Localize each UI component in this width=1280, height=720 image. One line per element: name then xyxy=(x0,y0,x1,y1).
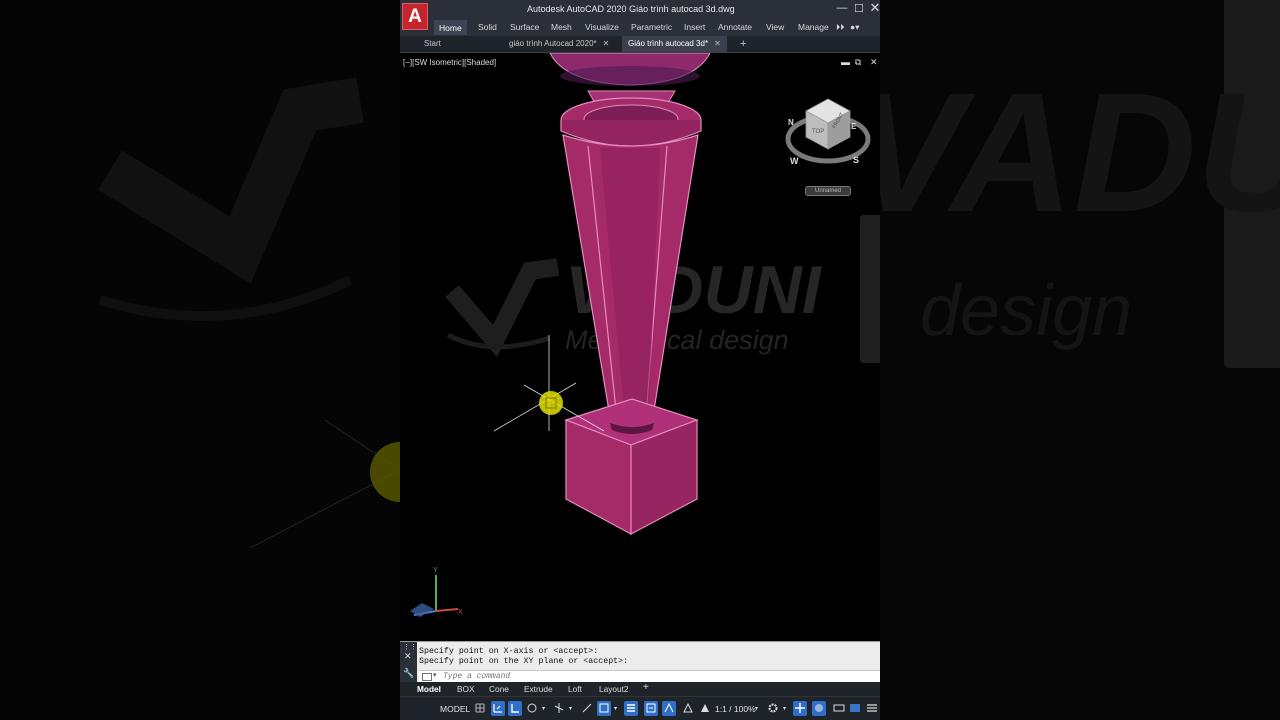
close-tab-icon[interactable]: ✕ xyxy=(714,39,721,48)
grip-icon[interactable]: ⋮⋮ xyxy=(403,643,417,651)
layout-tab-layout2[interactable]: Layout2 xyxy=(599,684,629,694)
model-canvas: TOP FRONT N E S W Y X xyxy=(410,53,871,617)
command-line-handle[interactable]: ⋮⋮ ✕ 🔧 xyxy=(400,642,417,683)
new-tab-button[interactable]: + xyxy=(740,36,746,52)
ribbon-tab-insert[interactable]: Insert xyxy=(684,22,705,32)
chevron-down-icon[interactable]: ▾ xyxy=(755,703,758,716)
annotation-scale-icon[interactable] xyxy=(698,701,712,716)
ribbon-tab-manage[interactable]: Manage xyxy=(798,22,829,32)
background-left xyxy=(0,0,400,720)
ribbon-tab-mesh[interactable]: Mesh xyxy=(551,22,572,32)
ucs-y-label: Y xyxy=(433,567,438,574)
object-snap-tracking-icon[interactable] xyxy=(580,701,594,716)
file-tab-start[interactable]: Start xyxy=(422,36,443,52)
compass-w: W xyxy=(790,156,799,166)
command-history-line: Specify point on the XY plane or <accept… xyxy=(419,657,629,666)
layout-tab-cone[interactable]: Cone xyxy=(489,684,509,694)
annotation-scale-value[interactable]: 1:1 / 100% xyxy=(715,703,756,716)
close-command-icon[interactable]: ✕ xyxy=(404,651,412,662)
application-menu-button[interactable]: A xyxy=(402,3,428,30)
snap-mode-icon[interactable] xyxy=(491,701,505,716)
minimize-button[interactable]: — xyxy=(834,2,850,14)
selection-cycling-icon[interactable] xyxy=(662,701,676,716)
ribbon-overflow-icon[interactable]: ⏵⏵ xyxy=(836,22,845,33)
ribbon-tab-visualize[interactable]: Visualize xyxy=(585,22,619,32)
chevron-down-icon[interactable]: ▾ xyxy=(569,703,572,716)
ribbon-options-icon[interactable]: ●▾ xyxy=(850,22,859,33)
layout-tab-extrude[interactable]: Extrude xyxy=(524,684,553,694)
layout-tabs: Model BOX Cone Extrude Loft Layout2 + xyxy=(400,682,880,696)
command-line: ⋮⋮ ✕ 🔧 Specify point on X-axis or <accep… xyxy=(400,641,880,683)
layout-tab-box[interactable]: BOX xyxy=(457,684,475,694)
command-history-line: Specify point on X-axis or <accept>: xyxy=(419,647,599,656)
chevron-down-icon[interactable]: ▾ xyxy=(542,703,545,716)
close-tab-icon[interactable]: ✕ xyxy=(603,39,610,48)
recent-commands-icon[interactable] xyxy=(422,673,432,681)
polar-tracking-icon[interactable] xyxy=(525,701,539,716)
command-input-row: ▾ xyxy=(419,670,880,682)
chevron-down-icon[interactable]: ▾ xyxy=(433,671,437,679)
compass-e: E xyxy=(851,122,857,131)
viewcube-face-top: TOP xyxy=(812,129,824,135)
file-tab-label: giáo trình Autocad 2020* xyxy=(509,39,597,48)
add-layout-button[interactable]: + xyxy=(643,682,649,693)
ribbon-tabs: Home Solid Surface Mesh Visualize Parame… xyxy=(400,19,880,36)
ribbon-tab-home[interactable]: Home xyxy=(434,20,467,35)
layout-tab-model[interactable]: Model xyxy=(417,684,441,694)
autocad-window: Autodesk AutoCAD 2020 Giáo trình autocad… xyxy=(400,0,880,720)
file-tab-giao-trinh-2020[interactable]: giáo trình Autocad 2020* ✕ xyxy=(505,36,613,52)
isodraft-icon[interactable] xyxy=(552,701,566,716)
ucs-x-label: X xyxy=(458,609,463,616)
viewport-close-icon[interactable]: ✕ xyxy=(870,57,878,68)
ortho-mode-icon[interactable] xyxy=(508,701,522,716)
ribbon-tab-solid[interactable]: Solid xyxy=(478,22,497,32)
hardware-acceleration-icon[interactable] xyxy=(832,701,846,716)
transparency-icon[interactable] xyxy=(644,701,658,716)
drawing-viewport[interactable]: VADUNI Mechanical design TOP FRONT N E S… xyxy=(400,53,880,641)
background-tagline-text: design xyxy=(920,271,1133,351)
file-tabs: Start giáo trình Autocad 2020* ✕ Giáo trì… xyxy=(400,36,880,53)
title-bar: Autodesk AutoCAD 2020 Giáo trình autocad… xyxy=(400,0,880,19)
file-tab-giao-trinh-3d[interactable]: Giáo trình autocad 3d* ✕ xyxy=(622,36,727,52)
isolate-objects-icon[interactable] xyxy=(812,701,826,716)
grid-icon[interactable] xyxy=(473,701,487,716)
chevron-down-icon[interactable]: ▾ xyxy=(783,703,786,716)
baluster-solid xyxy=(549,53,711,536)
window-title: Autodesk AutoCAD 2020 Giáo trình autocad… xyxy=(527,4,735,14)
viewport-minimize-icon[interactable]: ▬ xyxy=(841,57,850,67)
annotation-visibility-icon[interactable] xyxy=(681,701,695,716)
gear-icon[interactable] xyxy=(766,701,780,716)
ucs-icon xyxy=(410,575,459,617)
clean-screen-icon[interactable] xyxy=(848,701,862,716)
file-tab-label: Giáo trình autocad 3d* xyxy=(628,39,709,48)
model-space-toggle[interactable]: MODEL xyxy=(440,703,470,716)
background-right: VADUNI design xyxy=(880,0,1280,720)
ribbon-tab-view[interactable]: View xyxy=(766,22,784,32)
background-watermark-logo xyxy=(97,77,400,549)
ribbon-tab-annotate[interactable]: Annotate xyxy=(718,22,752,32)
close-button[interactable]: ✕ xyxy=(867,0,880,16)
navigation-bar[interactable] xyxy=(860,215,880,363)
lineweight-icon[interactable] xyxy=(624,701,638,716)
customization-menu-icon[interactable] xyxy=(865,701,879,716)
compass-s: S xyxy=(853,155,859,165)
background-brand-text: VADUNI xyxy=(880,58,1280,248)
viewport-controls-label[interactable]: [−][SW Isometric][Shaded] xyxy=(403,58,496,67)
compass-n: N xyxy=(788,118,794,127)
ribbon-tab-parametric[interactable]: Parametric xyxy=(631,22,672,32)
status-bar: MODEL ▾ ▾ ▾ 1:1 / 100% ▾ ▾ xyxy=(400,696,880,720)
plus-icon[interactable] xyxy=(793,701,807,716)
ribbon-tab-surface[interactable]: Surface xyxy=(510,22,539,32)
customize-icon[interactable]: 🔧 xyxy=(403,668,414,679)
watermark-logo-mark xyxy=(445,258,560,358)
command-input[interactable] xyxy=(443,671,863,682)
viewport-restore-icon[interactable]: ⧉ xyxy=(855,57,861,68)
chevron-down-icon[interactable]: ▾ xyxy=(614,703,617,716)
maximize-button[interactable]: ☐ xyxy=(851,2,867,15)
object-snap-icon[interactable] xyxy=(597,701,611,716)
layout-tab-loft[interactable]: Loft xyxy=(568,684,582,694)
ucs-menu[interactable]: Unnamed xyxy=(805,186,851,196)
